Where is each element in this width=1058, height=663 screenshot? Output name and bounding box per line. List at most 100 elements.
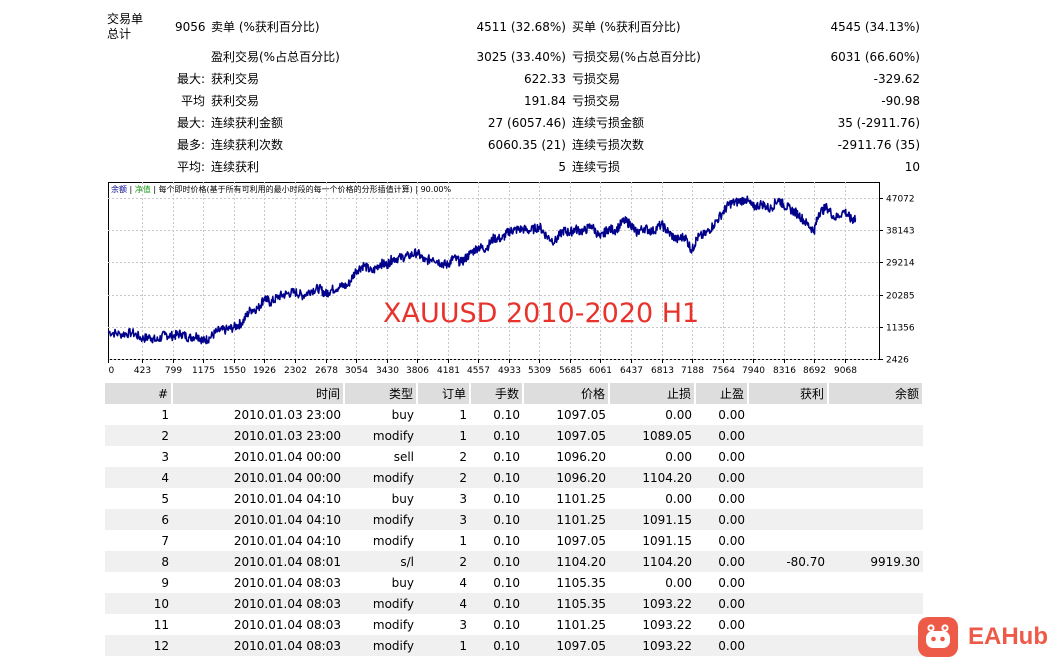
table-cell: 0.10	[470, 488, 523, 509]
x-tick-label: 4181	[437, 366, 460, 376]
table-cell: modify	[344, 593, 417, 614]
y-tick-label: 2426	[886, 356, 909, 366]
legend-entry: 净值	[135, 184, 151, 194]
x-tick-label: 2302	[284, 366, 307, 376]
table-cell: 2010.01.04 08:03	[172, 614, 344, 635]
table-cell: 0.10	[470, 530, 523, 551]
summary-row-right-value: -90.98	[881, 94, 920, 108]
x-tick-label: 4933	[498, 366, 521, 376]
summary-row-prefix: 平均:	[176, 160, 205, 174]
summary-row-right-value: 10	[904, 160, 920, 174]
table-cell: -80.70	[748, 551, 828, 572]
column-header[interactable]: 获利	[748, 383, 829, 404]
short-trades-label: 卖单 (%获利百分比)	[211, 20, 320, 34]
x-tick-label: 799	[165, 366, 182, 376]
table-cell: 0.00	[609, 404, 695, 425]
summary-row-prefix: 平均	[180, 94, 205, 108]
table-cell: 2010.01.03 23:00	[172, 404, 344, 425]
table-cell: 0.00	[609, 446, 695, 467]
column-header[interactable]: 手数	[470, 383, 524, 404]
column-header[interactable]: 价格	[523, 383, 610, 404]
table-row[interactable]: 9 2010.01.04 08:03 buy 4 0.10 1105.35 0.00 0.00	[105, 572, 923, 593]
column-header[interactable]: 类型	[344, 383, 418, 404]
summary-row-right-label: 连续亏损金额	[572, 116, 645, 130]
table-cell: 2010.01.04 08:03	[172, 635, 344, 656]
x-tick-label: 1550	[223, 366, 246, 376]
table-cell: 11	[105, 614, 172, 635]
table-row[interactable]: 8 2010.01.04 08:01 s/l 2 0.10 1104.20 1104.20 0…	[105, 551, 923, 572]
table-cell: 2010.01.04 00:00	[172, 446, 344, 467]
table-cell	[748, 446, 828, 467]
table-cell: 1096.20	[523, 446, 609, 467]
table-cell: 1104.20	[609, 467, 695, 488]
table-cell: s/l	[344, 551, 417, 572]
table-cell: 0.00	[695, 530, 748, 551]
table-row[interactable]: 2 2010.01.03 23:00 modify 1 0.10 1097.05 1089.…	[105, 425, 923, 446]
table-row[interactable]: 4 2010.01.04 00:00 modify 2 0.10 1096.20 1104.…	[105, 467, 923, 488]
table-cell: 0.00	[695, 404, 748, 425]
table-row[interactable]: 7 2010.01.04 04:10 modify 1 0.10 1097.05 1091.…	[105, 530, 923, 551]
x-tick-label: 6061	[589, 366, 612, 376]
eahub-brand: EAHub	[968, 623, 1048, 650]
table-cell	[828, 425, 923, 446]
table-cell: buy	[344, 488, 417, 509]
table-cell: 0.10	[470, 425, 523, 446]
table-cell: modify	[344, 425, 417, 446]
table-row[interactable]: 12 2010.01.04 08:03 modify 1 0.10 1097.05 1093…	[105, 635, 923, 656]
legend-entry: 每个即时价格(基于所有可利用的最小时段的每一个价格的分形插值计算)	[159, 184, 413, 194]
x-tick-label: 2678	[315, 366, 338, 376]
summary-row-prefix: 最大:	[176, 116, 205, 130]
table-cell: 2010.01.04 00:00	[172, 467, 344, 488]
legend-entry: 余额	[111, 184, 127, 194]
table-cell: 2010.01.03 23:00	[172, 425, 344, 446]
column-header[interactable]: 止损	[609, 383, 696, 404]
legend-entry: 90.00%	[421, 185, 452, 194]
table-cell: 1	[417, 530, 470, 551]
column-header[interactable]: 余额	[828, 383, 924, 404]
legend-separator: |	[127, 185, 135, 194]
table-cell: 0.00	[609, 488, 695, 509]
table-cell: buy	[344, 404, 417, 425]
x-tick-label: 5685	[559, 366, 582, 376]
table-cell	[748, 467, 828, 488]
table-cell: 0.00	[695, 614, 748, 635]
table-cell: 1101.25	[523, 614, 609, 635]
y-tick-label: 11356	[886, 324, 915, 334]
table-cell: 1	[417, 635, 470, 656]
x-tick-label: 3054	[345, 366, 368, 376]
column-header[interactable]: 时间	[172, 383, 345, 404]
column-header[interactable]: 订单	[417, 383, 471, 404]
table-row[interactable]: 6 2010.01.04 04:10 modify 3 0.10 1101.25 1091.…	[105, 509, 923, 530]
table-cell: 1097.05	[523, 425, 609, 446]
table-cell: 0.00	[695, 446, 748, 467]
x-tick-label: 7940	[742, 366, 765, 376]
table-cell: 3	[417, 488, 470, 509]
x-tick-label: 0	[109, 366, 115, 376]
table-row[interactable]: 3 2010.01.04 00:00 sell 2 0.10 1096.20 0.00 0.0…	[105, 446, 923, 467]
table-cell	[748, 509, 828, 530]
column-header[interactable]: #	[105, 383, 173, 404]
table-cell: 0.10	[470, 446, 523, 467]
summary-row-right-value: 35 (-2911.76)	[837, 116, 920, 130]
table-cell: 4	[417, 572, 470, 593]
table-cell: 10	[105, 593, 172, 614]
summary-row-right-label: 亏损交易	[572, 94, 621, 108]
table-cell: 0.00	[609, 572, 695, 593]
table-row[interactable]: 10 2010.01.04 08:03 modify 4 0.10 1105.35 1093…	[105, 593, 923, 614]
column-header[interactable]: 止盈	[695, 383, 749, 404]
summary-row-left-label: 连续获利	[211, 160, 260, 174]
table-row[interactable]: 5 2010.01.04 04:10 buy 3 0.10 1101.25 0.00 0.00	[105, 488, 923, 509]
table-cell: modify	[344, 614, 417, 635]
table-row[interactable]: 11 2010.01.04 08:03 modify 3 0.10 1101.25 1093…	[105, 614, 923, 635]
balance-chart-svg: 2426 11356 20285 29214 38143 47072 0 423 799 1175…	[107, 182, 915, 376]
robot-face-icon	[918, 617, 958, 657]
table-cell: 1096.20	[523, 467, 609, 488]
table-cell: sell	[344, 446, 417, 467]
table-cell	[828, 488, 923, 509]
table-row[interactable]: 1 2010.01.03 23:00 buy 1 0.10 1097.05 0.00 0.00	[105, 404, 923, 425]
y-tick-label: 20285	[886, 292, 915, 302]
summary-row-right-label: 亏损交易	[572, 72, 621, 86]
x-tick-label: 9068	[834, 366, 857, 376]
summary-row-left-value: 622.33	[524, 72, 566, 86]
trades-label: 交易单 总计	[107, 12, 144, 41]
